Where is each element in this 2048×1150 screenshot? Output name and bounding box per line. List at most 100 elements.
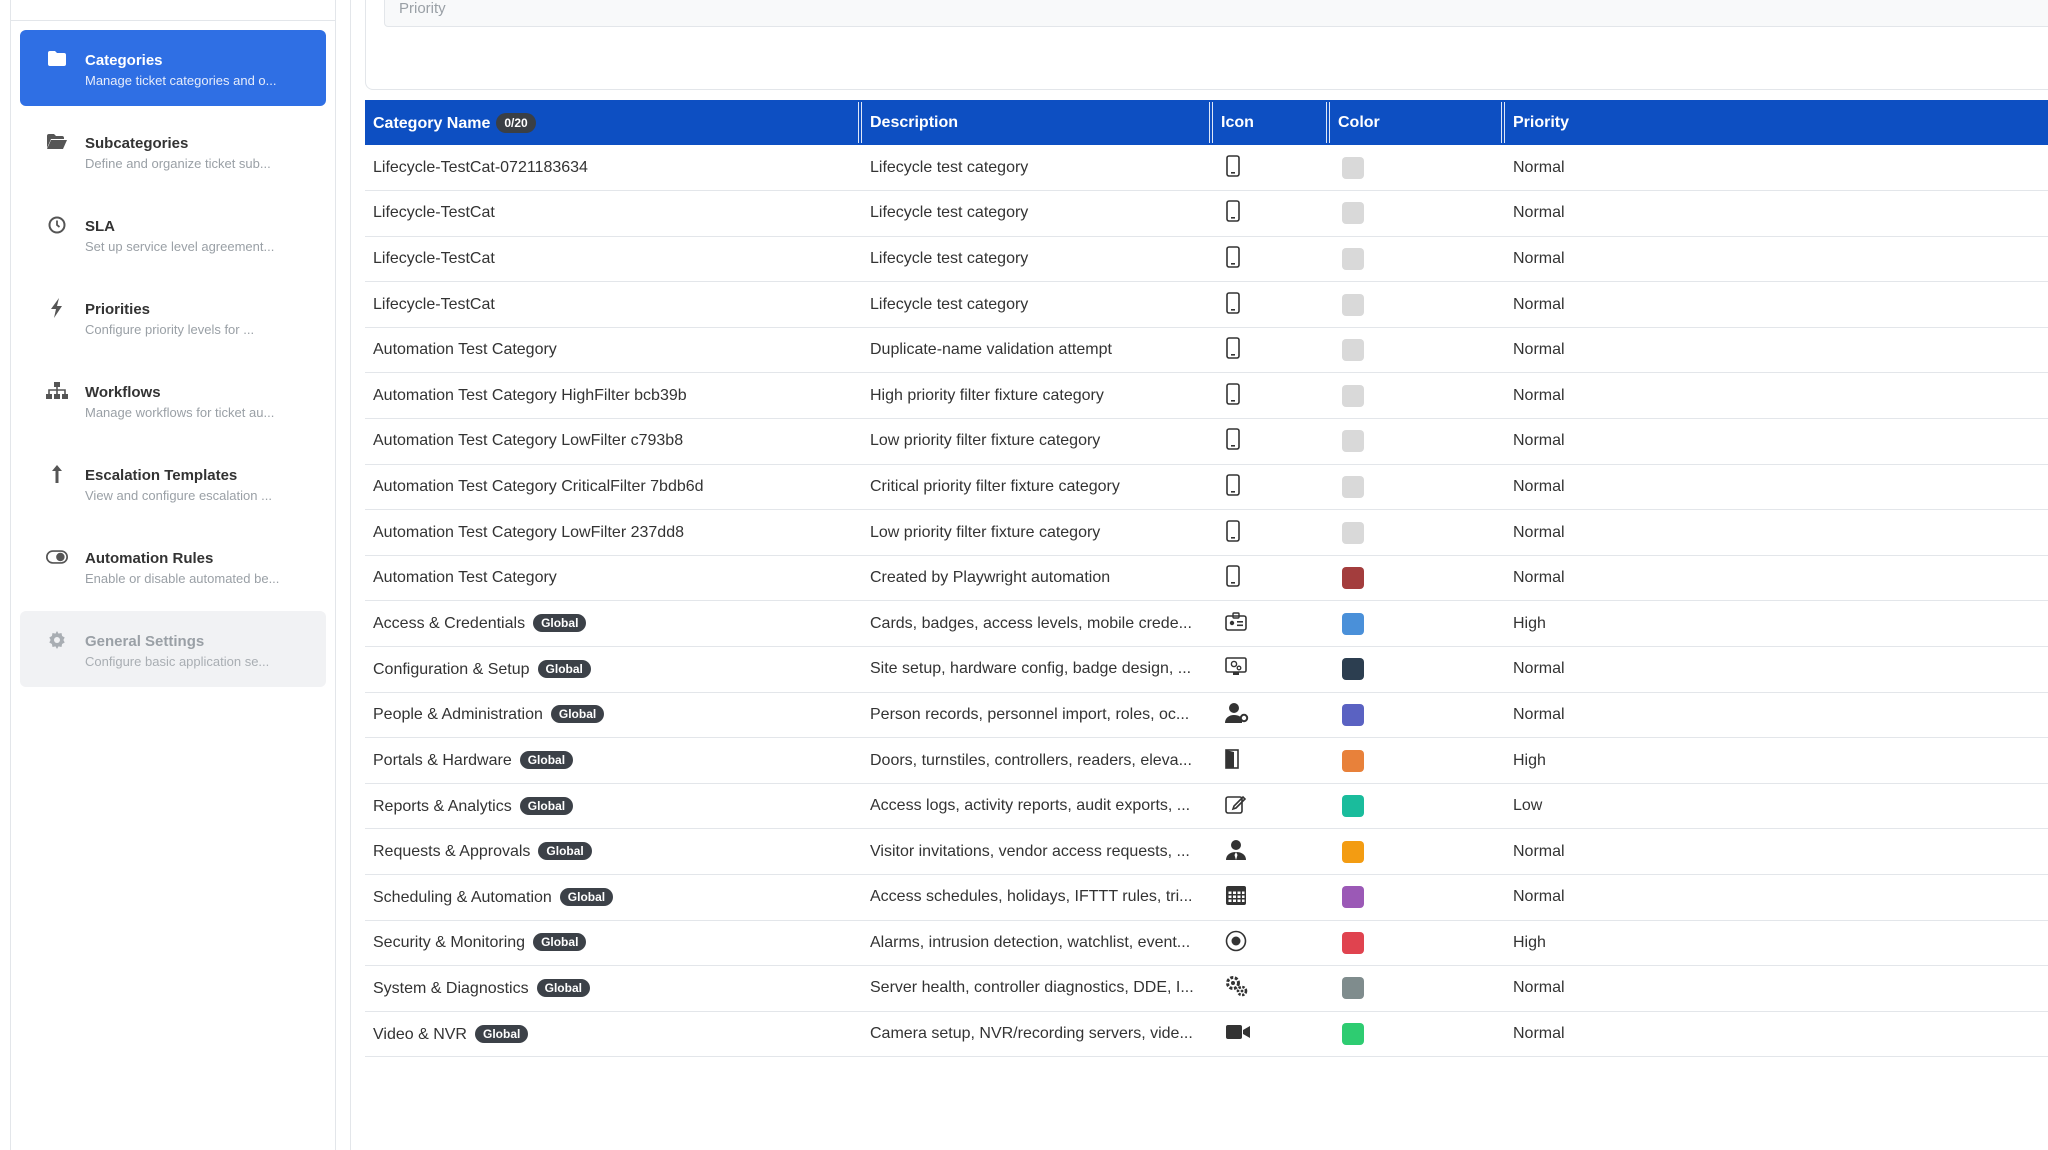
column-header-category-name-label: Category Name	[373, 114, 491, 132]
color-cell	[1330, 920, 1505, 967]
category-name-cell: Automation Test Category CriticalFilter …	[365, 464, 862, 511]
table-row[interactable]: Lifecycle-TestCat Lifecycle test category…	[365, 190, 2048, 237]
icon-cell	[1213, 646, 1330, 693]
description-cell: Lifecycle test category	[862, 281, 1213, 328]
priority-value: Normal	[1513, 705, 1565, 723]
sidebar-item-description: View and configure escalation ...	[85, 488, 272, 503]
column-header-category-name[interactable]: Category Name 0/20	[365, 100, 862, 145]
category-name-cell: Requests & Approvals Global	[365, 828, 862, 875]
edit-icon	[1221, 793, 1330, 815]
table-row[interactable]: Automation Test Category CriticalFilter …	[365, 464, 2048, 511]
table-row[interactable]: Lifecycle-TestCat Lifecycle test category…	[365, 236, 2048, 283]
color-swatch	[1342, 840, 1364, 863]
priority-cell: Normal	[1505, 646, 2048, 693]
table-row[interactable]: Reports & Analytics Global Access logs, ac…	[365, 783, 2048, 830]
table-row[interactable]: Security & Monitoring Global Alarms, intru…	[365, 920, 2048, 967]
table-row[interactable]: Requests & Approvals Global Visitor invita…	[365, 828, 2048, 875]
table-row[interactable]: Automation Test Category Created by Playw…	[365, 555, 2048, 602]
description-cell: Created by Playwright automation	[862, 555, 1213, 602]
color-swatch	[1342, 749, 1364, 772]
description-cell: Access logs, activity reports, audit exp…	[862, 783, 1213, 830]
column-header-icon[interactable]: Icon	[1213, 100, 1330, 145]
icon-cell	[1213, 145, 1330, 192]
global-badge: Global	[538, 842, 592, 861]
bolt-icon	[46, 297, 68, 319]
category-name-cell: Automation Test Category LowFilter c793b…	[365, 418, 862, 465]
color-cell	[1330, 555, 1505, 602]
category-description: Camera setup, NVR/recording servers, vid…	[870, 1025, 1193, 1043]
sitemap-icon	[46, 380, 68, 402]
description-cell: Low priority filter fixture category	[862, 509, 1213, 556]
category-name: Security & Monitoring	[373, 934, 526, 952]
color-cell	[1330, 737, 1505, 784]
priority-cell: Normal	[1505, 327, 2048, 374]
sidebar-item-priorities[interactable]: Priorities Configure priority levels for …	[20, 279, 326, 355]
calendar-icon	[1221, 884, 1330, 906]
description-cell: Person records, personnel import, roles,…	[862, 692, 1213, 739]
table-row[interactable]: Portals & Hardware Global Doors, turnstile…	[365, 737, 2048, 784]
description-cell: Lifecycle test category	[862, 190, 1213, 237]
category-name: Automation Test Category	[373, 341, 557, 359]
table-row[interactable]: Access & Credentials Global Cards, badges,…	[365, 600, 2048, 648]
category-name-cell: Lifecycle-TestCat	[365, 236, 862, 283]
table-row[interactable]: Lifecycle-TestCat-0721183634 Lifecycle te…	[365, 145, 2048, 192]
icon-cell	[1213, 281, 1330, 328]
category-name: Lifecycle-TestCat	[373, 204, 495, 222]
category-name-cell: Automation Test Category	[365, 555, 862, 602]
color-swatch	[1342, 475, 1364, 498]
column-header-priority[interactable]: Priority	[1505, 100, 2048, 145]
sidebar-item-title: Escalation Templates	[85, 467, 238, 484]
priority-value: Normal	[1513, 569, 1565, 587]
table-row[interactable]: Lifecycle-TestCat Lifecycle test category…	[365, 281, 2048, 328]
priority-cell: Low	[1505, 783, 2048, 830]
priority-value: Low	[1513, 797, 1543, 815]
column-header-description[interactable]: Description	[862, 100, 1213, 145]
table-row[interactable]: Scheduling & Automation Global Access sche…	[365, 874, 2048, 921]
sidebar-item-title: Automation Rules	[85, 550, 214, 567]
table-row[interactable]: Automation Test Category LowFilter c793b…	[365, 418, 2048, 465]
priority-cell: Normal	[1505, 145, 2048, 192]
monitor-gear-icon	[1221, 657, 1330, 677]
column-header-color[interactable]: Color	[1330, 100, 1505, 145]
table-row[interactable]: Video & NVR Global Camera setup, NVR/recor…	[365, 1011, 2048, 1058]
color-swatch	[1342, 567, 1364, 590]
color-cell	[1330, 372, 1505, 420]
description-cell: Critical priority filter fixture categor…	[862, 464, 1213, 511]
table-row[interactable]: System & Diagnostics Global Server health,…	[365, 965, 2048, 1012]
mobile-icon	[1221, 337, 1330, 359]
mobile-icon	[1221, 154, 1330, 177]
sidebar-item-title: Subcategories	[85, 135, 189, 152]
sidebar-item-categories[interactable]: Categories Manage ticket categories and o…	[20, 30, 326, 106]
sidebar-item-workflows[interactable]: Workflows Manage workflows for ticket au.…	[20, 362, 326, 438]
folder-icon	[46, 48, 68, 70]
table-row[interactable]: People & Administration Global Person reco…	[365, 692, 2048, 739]
sidebar-item-automation[interactable]: Automation Rules Enable or disable automa…	[20, 528, 326, 604]
icon-cell	[1213, 190, 1330, 237]
priority-filter-select[interactable]: Priority	[384, 0, 2048, 27]
sidebar-item-title: Workflows	[85, 384, 161, 401]
category-description: Lifecycle test category	[870, 295, 1029, 313]
category-description: Site setup, hardware config, badge desig…	[870, 660, 1192, 678]
mobile-icon	[1221, 291, 1330, 314]
sidebar-item-sla[interactable]: SLA Set up service level agreement...	[20, 196, 326, 272]
priority-value: Normal	[1513, 979, 1565, 997]
priority-value: Normal	[1513, 158, 1565, 176]
description-cell: High priority filter fixture category	[862, 372, 1213, 420]
table-row[interactable]: Automation Test Category LowFilter 237dd…	[365, 509, 2048, 556]
category-name: Automation Test Category HighFilter bcb3…	[373, 386, 687, 404]
toggle-icon	[46, 546, 68, 568]
table-row[interactable]: Configuration & Setup Global Site setup, h…	[365, 646, 2048, 693]
description-cell: Duplicate-name validation attempt	[862, 327, 1213, 374]
sidebar-item-escalation[interactable]: Escalation Templates View and configure e…	[20, 445, 326, 521]
sidebar-item-subcategories[interactable]: Subcategories Define and organize ticket …	[20, 113, 326, 189]
priority-cell: Normal	[1505, 828, 2048, 875]
sidebar-top-divider	[11, 0, 335, 21]
table-row[interactable]: Automation Test Category Duplicate-name v…	[365, 327, 2048, 374]
id-card-icon	[1221, 612, 1330, 632]
global-badge: Global	[537, 659, 591, 678]
arrow-up-icon	[46, 463, 68, 485]
sidebar-item-general[interactable]: General Settings Configure basic applicat…	[20, 611, 326, 687]
table-row[interactable]: Automation Test Category HighFilter bcb3…	[365, 372, 2048, 420]
mobile-icon	[1221, 246, 1330, 268]
color-cell	[1330, 692, 1505, 739]
